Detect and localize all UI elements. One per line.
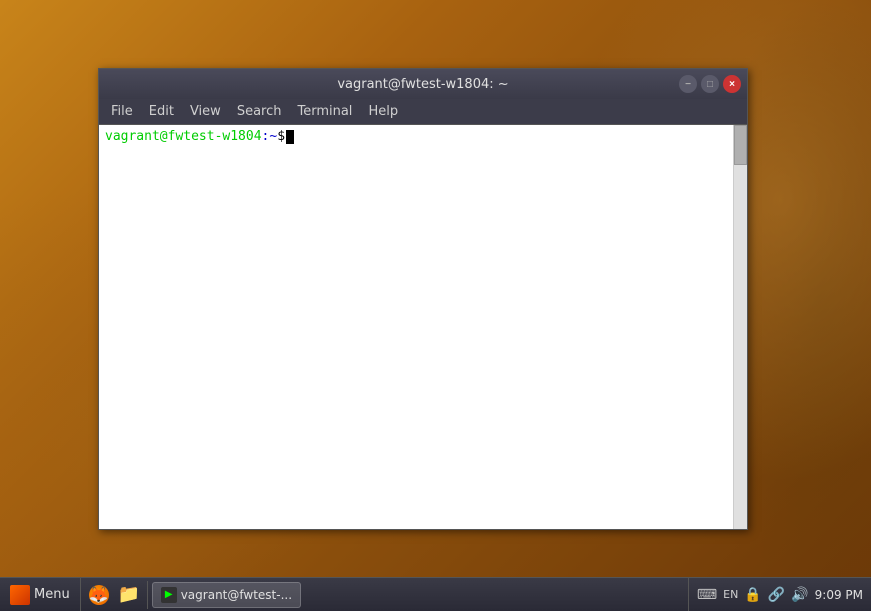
close-button[interactable]: ×: [723, 75, 741, 93]
window-controls: − □ ×: [679, 75, 741, 93]
task-terminal-icon: ▶: [161, 587, 177, 603]
menu-edit[interactable]: Edit: [141, 102, 182, 121]
firefox-icon: 🦊: [89, 585, 109, 605]
cursor: [286, 130, 294, 144]
firefox-launch-button[interactable]: 🦊: [85, 581, 113, 609]
terminal-content[interactable]: vagrant@fwtest-w1804 :~ $: [99, 125, 747, 529]
network-status-icon[interactable]: 🔗: [768, 587, 785, 603]
volume-icon[interactable]: 🔊: [791, 587, 808, 603]
menu-search[interactable]: Search: [229, 102, 290, 121]
title-bar: vagrant@fwtest-w1804: ~ − □ ×: [99, 69, 747, 99]
keyboard-layout-label[interactable]: EN: [723, 588, 738, 601]
start-icon: [10, 585, 30, 605]
prompt-user: vagrant@fwtest-w1804: [105, 129, 262, 144]
menu-terminal[interactable]: Terminal: [289, 102, 360, 121]
prompt-separator-path: :~: [262, 129, 278, 144]
files-launch-button[interactable]: 📁: [115, 581, 143, 609]
scrollbar-track[interactable]: [733, 125, 747, 529]
task-terminal[interactable]: ▶ vagrant@fwtest-...: [152, 582, 301, 608]
terminal-window: vagrant@fwtest-w1804: ~ − □ × File Edit …: [98, 68, 748, 530]
keyboard-layout-icon[interactable]: ⌨: [697, 587, 717, 603]
taskbar: Menu 🦊 📁 ▶ vagrant@fwtest-... ⌨ EN 🔒 🔗 🔊…: [0, 577, 871, 611]
menu-file[interactable]: File: [103, 102, 141, 121]
maximize-button[interactable]: □: [701, 75, 719, 93]
menu-view[interactable]: View: [182, 102, 229, 121]
taskbar-tasks: ▶ vagrant@fwtest-...: [148, 582, 688, 608]
minimize-button[interactable]: −: [679, 75, 697, 93]
prompt-dollar: $: [277, 129, 285, 144]
menu-bar: File Edit View Search Terminal Help: [99, 99, 747, 125]
clock: 9:09 PM: [815, 588, 863, 602]
prompt-line: vagrant@fwtest-w1804 :~ $: [105, 129, 741, 144]
window-title: vagrant@fwtest-w1804: ~: [337, 77, 508, 92]
start-button[interactable]: Menu: [0, 578, 81, 611]
scrollbar-thumb[interactable]: [734, 125, 747, 165]
taskbar-quicklaunch: 🦊 📁: [81, 581, 148, 609]
menu-help[interactable]: Help: [360, 102, 406, 121]
files-icon: 📁: [117, 584, 139, 605]
task-terminal-label: vagrant@fwtest-...: [181, 588, 292, 602]
start-label: Menu: [34, 587, 70, 602]
system-tray: ⌨ EN 🔒 🔗 🔊 9:09 PM: [688, 578, 871, 611]
network-icon[interactable]: 🔒: [744, 587, 761, 603]
